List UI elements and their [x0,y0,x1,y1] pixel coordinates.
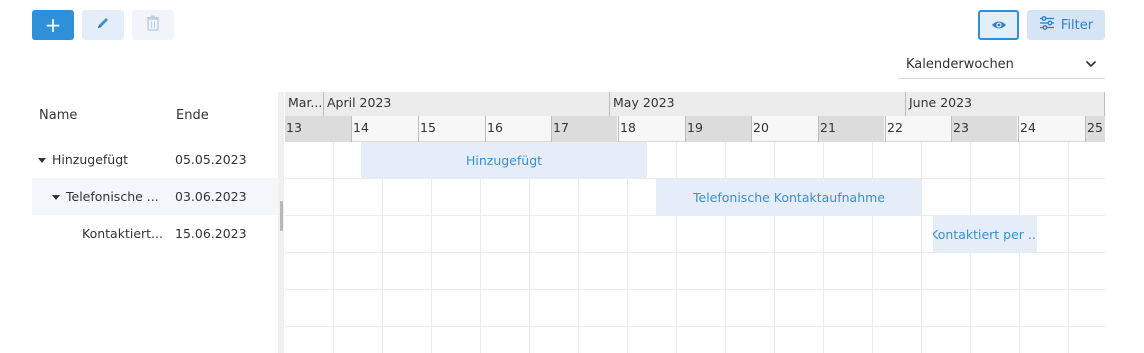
week-label: 18 [618,116,636,142]
filter-label: Filter [1060,17,1094,33]
caret-down-icon[interactable] [52,195,60,200]
delete-button[interactable] [132,10,174,40]
grid-row-end: 05.05.2023 [175,152,247,167]
caret-down-icon[interactable] [38,158,46,163]
month-label: April 2023 [323,92,609,116]
view-toggle-button[interactable] [978,10,1019,40]
filter-button[interactable]: Filter [1027,10,1105,40]
timescale-value: Kalenderwochen [906,56,1014,72]
task-bar[interactable]: Telefonische Kontaktaufnahme [656,179,922,216]
add-button[interactable]: + [32,10,74,40]
timescale-select[interactable]: Kalenderwochen [898,50,1105,79]
week-label: 13 [286,120,302,135]
eye-icon [991,16,1007,35]
sliders-icon [1039,16,1055,34]
plus-icon: + [44,13,62,37]
gantt-timeline: Mar... April 2023 May 2023 June 2023 13 … [285,92,1105,353]
week-label: 23 [951,116,969,142]
column-header-end[interactable]: Ende [176,108,209,123]
grid-row-name: Telefonische ... [52,189,164,204]
month-label: Mar... [288,95,323,110]
grid-row[interactable]: Hinzugefügt 05.05.2023 [32,141,278,178]
week-label: 20 [751,116,769,142]
week-label: 19 [685,116,703,142]
task-bar[interactable]: Kontaktiert per ... [933,216,1037,253]
month-header: Mar... April 2023 May 2023 June 2023 [285,92,1105,116]
grid-row-name: Hinzugefügt [38,152,164,167]
week-label: 21 [818,116,836,142]
chevron-down-icon [1085,57,1097,72]
week-label: 24 [1018,116,1036,142]
week-label: 25 [1085,116,1103,142]
month-label: June 2023 [905,92,1105,116]
grid-row-end: 15.06.2023 [175,226,247,241]
splitter-handle[interactable] [280,201,283,231]
grid-row-selected[interactable]: Telefonische ... 03.06.2023 [32,178,278,215]
week-label: 16 [485,116,503,142]
grid-row-end: 03.06.2023 [175,189,247,204]
week-label: 17 [551,116,569,142]
week-label: 15 [418,116,436,142]
task-bar[interactable]: Hinzugefügt [361,142,647,179]
pencil-icon [95,15,111,35]
edit-button[interactable] [82,10,124,40]
column-header-name[interactable]: Name [39,108,77,123]
grid-row-name: Kontaktiert... [82,226,163,241]
week-label: 22 [885,116,903,142]
week-header: 13 14 15 16 17 18 19 20 21 22 23 24 25 [285,116,1105,142]
grid-row[interactable]: Kontaktiert... 15.06.2023 [32,215,278,252]
trash-icon [146,15,160,35]
month-label: May 2023 [609,92,905,116]
week-label: 14 [351,116,369,142]
